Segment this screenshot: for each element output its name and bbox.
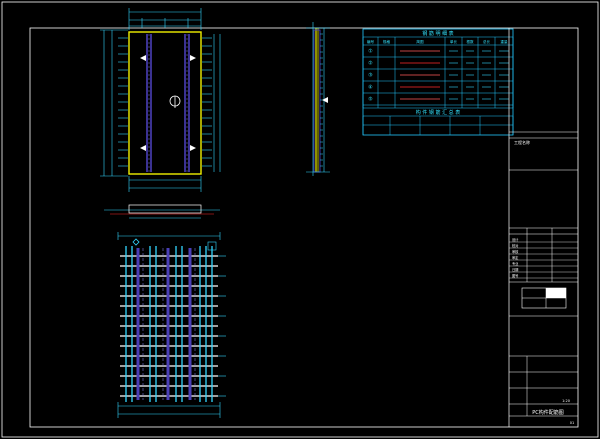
table-row: ② [368, 61, 509, 67]
cad-drawing-canvas: 钢 筋 明 细 表 构 件 钢 筋 汇 总 表 编号 规格 简图 单长 根数 总长 重量 ①… [0, 0, 600, 439]
title-block-label: 图号 [512, 273, 518, 278]
table-header-cell: 编号 [367, 39, 375, 44]
drawing-name: PC构件配筋图 [532, 409, 564, 416]
sheet-number: 01 [570, 421, 574, 425]
rebar-id: ⑤ [368, 97, 372, 103]
plan-rebar-dashes [148, 34, 188, 172]
plan-bottom-dimensions [128, 176, 202, 192]
table-row: ④ [368, 85, 509, 91]
title-block-label: 日期 [512, 267, 518, 272]
plan-rebar-lines [146, 34, 190, 172]
side-elevation-view [306, 22, 330, 176]
table-row: ⑤ [368, 97, 509, 103]
table-row: ③ [368, 73, 509, 79]
schedule-subtitle: 构 件 钢 筋 汇 总 表 [416, 109, 461, 116]
plan-bottom-section [104, 204, 220, 219]
scale-label: 1:20 [562, 399, 570, 403]
table-header-cell: 单长 [450, 39, 458, 44]
rebar-schedule-table: 钢 筋 明 细 表 构 件 钢 筋 汇 总 表 编号 规格 简图 单长 根数 总长 重量 ①… [362, 28, 514, 136]
title-block-label: 专业 [512, 261, 518, 266]
section-symbol-icon [169, 95, 181, 108]
rebar-id: ② [368, 61, 373, 67]
cad-drawing-sheet: 钢 筋 明 细 表 构 件 钢 筋 汇 总 表 编号 规格 简图 单长 根数 总长 重量 ①… [1, 1, 599, 438]
plan-right-ticks [202, 37, 212, 167]
side-ticks [320, 33, 323, 167]
reinf-top-dimensions [117, 232, 221, 240]
rebar-id: ③ [368, 73, 372, 79]
lifting-point-icon [140, 55, 196, 151]
table-header-cell: 规格 [383, 39, 391, 44]
table-header-cell: 总长 [483, 39, 491, 44]
table-header-cell: 简图 [416, 39, 424, 44]
outer-frame [1, 1, 599, 438]
rebar-id: ① [368, 49, 373, 55]
plan-left-ticks [118, 37, 128, 167]
diamond-marker-icon [132, 238, 140, 246]
project-label: 工程名称 [514, 139, 530, 145]
plan-right-dimensions [213, 34, 221, 172]
title-block-label: 设计 [512, 237, 519, 242]
slab-outline [128, 31, 202, 175]
rebar-id: ④ [368, 85, 373, 91]
title-block: 设计校对审核审定专业日期图号 工程名称 PC构件配筋图 01 1:20 [508, 28, 578, 427]
title-block-label: 审核 [512, 249, 519, 254]
plan-view [100, 8, 221, 219]
reinf-right-ticks [218, 255, 226, 397]
company-logo-icon [546, 288, 566, 298]
plan-top-dimensions [128, 8, 202, 30]
table-header-cell: 重量 [500, 39, 508, 44]
schedule-title: 钢 筋 明 细 表 [422, 30, 453, 37]
title-block-label: 校对 [512, 243, 519, 248]
reinforcement-plan [117, 232, 226, 418]
table-row: ① [368, 49, 509, 55]
plan-left-dimensions [100, 29, 128, 177]
table-header-cell: 根数 [466, 39, 474, 44]
title-block-label: 审定 [512, 255, 519, 260]
reinf-bottom-dimensions [117, 402, 221, 418]
